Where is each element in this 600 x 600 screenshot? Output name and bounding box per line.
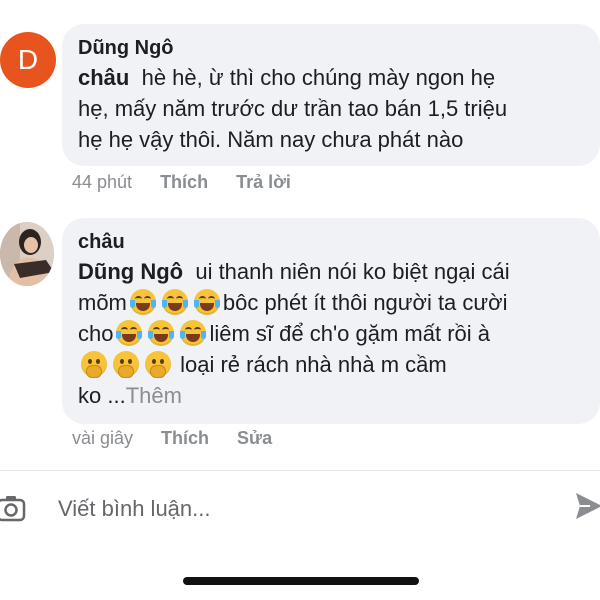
- comment-line: hè hè, ừ thì cho chúng mày ngon hẹ: [141, 65, 496, 90]
- laughing-emoji-icon: [148, 320, 175, 346]
- reply-button[interactable]: Trả lời: [236, 172, 291, 193]
- hand-over-mouth-emoji-icon: [81, 351, 107, 378]
- comment-line: mõm: [78, 290, 127, 315]
- comment-line: hẹ hẹ vậy thôi. Năm nay chưa phát nào: [78, 127, 464, 152]
- comment-line: loại rẻ rách nhà nhà m cầm: [180, 352, 447, 377]
- hand-over-mouth-emoji-icon: [113, 351, 139, 378]
- comment-line: hẹ, mấy năm trước dư trần tao bán 1,5 tr…: [78, 96, 508, 121]
- laughing-emoji-icon: [116, 320, 143, 346]
- laughing-emoji-icon: [180, 320, 207, 346]
- laughing-emoji-icon: [161, 289, 188, 315]
- home-indicator: [183, 577, 419, 585]
- comment-time: vài giây: [72, 428, 134, 448]
- comment-text: Dũng Ngô ui thanh niên nói ko biệt ngại …: [78, 256, 584, 411]
- comment-line: liêm sĩ để ch'o gặm mất rồi à: [209, 321, 491, 346]
- comment-line: bôc phét ít thôi người ta cười: [222, 290, 508, 315]
- comment-text: châu hè hè, ừ thì cho chúng mày ngon hẹ …: [78, 62, 584, 155]
- send-icon[interactable]: [574, 490, 600, 522]
- mention-link[interactable]: châu: [78, 65, 129, 90]
- avatar-letter: D: [17, 44, 39, 75]
- comment-bubble-1[interactable]: Dũng Ngô châu hè hè, ừ thì cho chúng mày…: [62, 24, 600, 166]
- comment-actions-2: vài giây Thích Sửa: [72, 428, 272, 449]
- hand-over-mouth-emoji-icon: [145, 351, 171, 378]
- like-button[interactable]: Thích: [161, 428, 209, 449]
- comment-actions-1: 44 phút Thích Trả lời: [72, 172, 291, 193]
- camera-icon[interactable]: [0, 492, 28, 524]
- comment-time: 44 phút: [72, 172, 133, 192]
- profile-photo: [0, 222, 54, 286]
- mention-link[interactable]: Dũng Ngô: [78, 259, 183, 284]
- edit-button[interactable]: Sửa: [237, 428, 272, 449]
- comment-input[interactable]: Viết bình luận...: [58, 496, 211, 522]
- comment-line: ui thanh niên nói ko biệt ngại cái: [195, 259, 510, 284]
- comment-line: ko ...: [78, 383, 126, 408]
- see-more-link[interactable]: Thêm: [126, 383, 182, 408]
- avatar-chau[interactable]: [0, 222, 54, 286]
- comment-author[interactable]: Dũng Ngô: [78, 34, 584, 62]
- comment-author[interactable]: châu: [78, 228, 584, 256]
- composer-divider: [0, 470, 600, 471]
- comment-line: cho: [78, 321, 114, 346]
- laughing-emoji-icon: [193, 289, 220, 315]
- laughing-emoji-icon: [129, 289, 156, 315]
- comment-bubble-2[interactable]: châu Dũng Ngô ui thanh niên nói ko biệt …: [62, 218, 600, 424]
- like-button[interactable]: Thích: [160, 172, 208, 193]
- avatar-dung-ngo[interactable]: D: [0, 32, 56, 88]
